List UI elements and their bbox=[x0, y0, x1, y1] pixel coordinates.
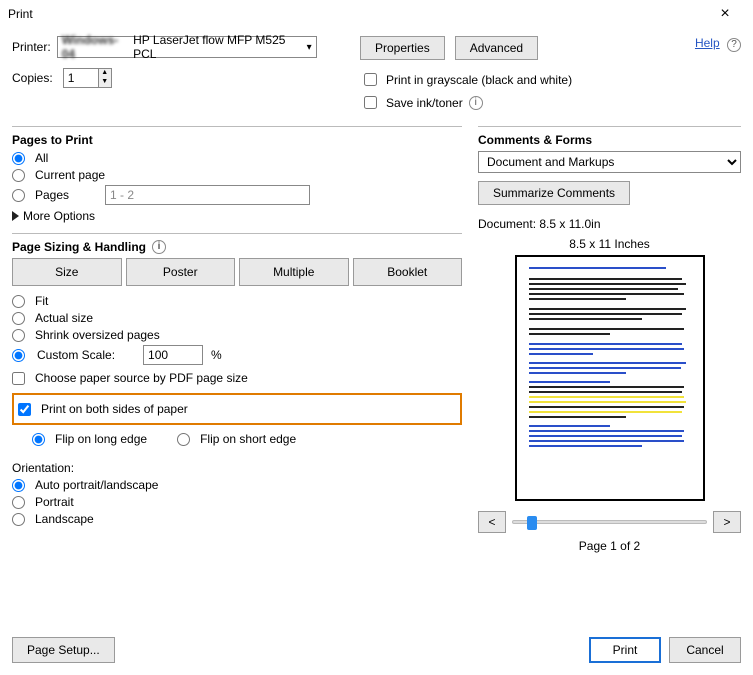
custom-scale-radio[interactable] bbox=[12, 349, 25, 362]
pages-range-input[interactable] bbox=[105, 185, 310, 205]
choose-source-checkbox[interactable] bbox=[12, 372, 25, 385]
print-button[interactable]: Print bbox=[589, 637, 661, 663]
close-icon[interactable]: × bbox=[705, 5, 745, 23]
properties-button[interactable]: Properties bbox=[360, 36, 445, 60]
preview-page-indicator: Page 1 of 2 bbox=[478, 539, 741, 553]
spin-down-icon[interactable]: ▼ bbox=[99, 78, 111, 87]
copies-spinner[interactable]: ▲ ▼ bbox=[63, 68, 112, 88]
more-options-toggle[interactable]: More Options bbox=[12, 209, 462, 223]
spin-up-icon[interactable]: ▲ bbox=[99, 69, 111, 78]
printer-select[interactable]: Windows-04 HP LaserJet flow MFP M525 PCL… bbox=[57, 36, 317, 58]
booklet-button[interactable]: Booklet bbox=[353, 258, 463, 286]
comments-title: Comments & Forms bbox=[478, 133, 741, 147]
grayscale-checkbox[interactable]: Print in grayscale (black and white) bbox=[360, 70, 687, 89]
multiple-button[interactable]: Multiple bbox=[239, 258, 349, 286]
orientation-landscape-radio[interactable] bbox=[12, 513, 25, 526]
copies-input[interactable] bbox=[63, 68, 98, 88]
printer-label: Printer: bbox=[12, 40, 51, 54]
summarize-comments-button[interactable]: Summarize Comments bbox=[478, 181, 630, 205]
page-preview bbox=[515, 255, 705, 501]
shrink-radio[interactable] bbox=[12, 329, 25, 342]
orientation-title: Orientation: bbox=[12, 461, 462, 475]
pages-to-print-title: Pages to Print bbox=[12, 133, 462, 147]
duplex-checkbox[interactable] bbox=[18, 403, 31, 416]
document-size-label: Document: 8.5 x 11.0in bbox=[478, 217, 741, 231]
help-link[interactable]: Help bbox=[695, 36, 720, 50]
preview-prev-button[interactable]: < bbox=[478, 511, 506, 533]
custom-scale-input[interactable] bbox=[143, 345, 203, 365]
info-icon[interactable]: i bbox=[152, 240, 166, 254]
preview-slider[interactable] bbox=[512, 520, 707, 524]
saveink-checkbox[interactable]: Save ink/toner i bbox=[360, 93, 687, 112]
page-setup-button[interactable]: Page Setup... bbox=[12, 637, 115, 663]
copies-label: Copies: bbox=[12, 71, 53, 85]
sizing-title: Page Sizing & Handling bbox=[12, 240, 146, 254]
size-button[interactable]: Size bbox=[12, 258, 122, 286]
slider-thumb[interactable] bbox=[527, 516, 537, 530]
flip-long-radio[interactable] bbox=[32, 433, 45, 446]
pages-current-radio[interactable] bbox=[12, 169, 25, 182]
printer-name: HP LaserJet flow MFP M525 PCL bbox=[133, 33, 301, 61]
help-info-icon[interactable]: ? bbox=[727, 38, 741, 52]
poster-button[interactable]: Poster bbox=[126, 258, 236, 286]
chevron-down-icon: ▾ bbox=[307, 42, 312, 53]
actual-radio[interactable] bbox=[12, 312, 25, 325]
pages-all-radio[interactable] bbox=[12, 152, 25, 165]
fit-radio[interactable] bbox=[12, 295, 25, 308]
cancel-button[interactable]: Cancel bbox=[669, 637, 741, 663]
comments-select[interactable]: Document and Markups bbox=[478, 151, 741, 173]
advanced-button[interactable]: Advanced bbox=[455, 36, 538, 60]
pages-range-radio[interactable] bbox=[12, 189, 25, 202]
triangle-right-icon bbox=[12, 211, 19, 221]
orientation-auto-radio[interactable] bbox=[12, 479, 25, 492]
window-title: Print bbox=[8, 7, 705, 21]
orientation-portrait-radio[interactable] bbox=[12, 496, 25, 509]
flip-short-radio[interactable] bbox=[177, 433, 190, 446]
preview-size-label: 8.5 x 11 Inches bbox=[478, 237, 741, 251]
info-icon[interactable]: i bbox=[469, 96, 483, 110]
preview-next-button[interactable]: > bbox=[713, 511, 741, 533]
duplex-highlight: Print on both sides of paper bbox=[12, 393, 462, 425]
